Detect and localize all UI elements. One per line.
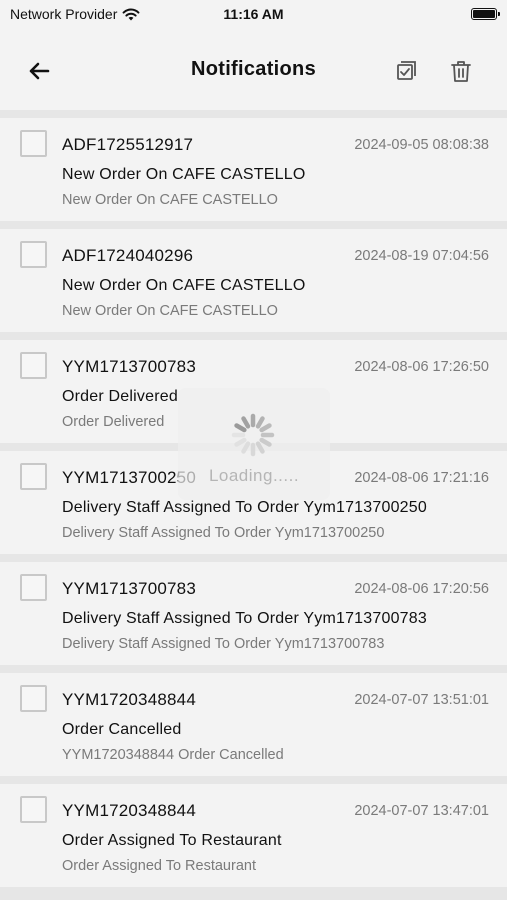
page-title: Notifications xyxy=(190,58,316,80)
loading-text: Loading..... xyxy=(208,466,300,485)
notification-title: Order Assigned To Restaurant xyxy=(62,832,282,849)
timestamp: 2024-08-06 17:21:16 xyxy=(354,470,489,486)
order-id: YYM1713700250 xyxy=(62,468,196,487)
notification-message: New Order On CAFE CASTELLO xyxy=(62,192,278,208)
select-checkbox[interactable] xyxy=(20,241,47,268)
timestamp: 2024-08-06 17:20:56 xyxy=(354,581,489,597)
select-checkbox[interactable] xyxy=(20,352,47,379)
loading-overlay: Loading..... xyxy=(178,388,330,500)
select-checkbox[interactable] xyxy=(20,685,47,712)
trash-icon[interactable] xyxy=(446,56,476,86)
notification-title: Delivery Staff Assigned To Order Yym1713… xyxy=(62,499,427,516)
notification-message: YYM1720348844 Order Cancelled xyxy=(62,747,284,763)
notification-message: Order Delivered xyxy=(62,414,165,430)
notification-title: New Order On CAFE CASTELLO xyxy=(62,166,306,183)
checkbox-multiple-icon[interactable] xyxy=(390,56,420,86)
notification-message: New Order On CAFE CASTELLO xyxy=(62,303,278,319)
select-checkbox[interactable] xyxy=(20,574,47,601)
notification-title: Order Delivered xyxy=(62,388,178,405)
order-id: ADF1725512917 xyxy=(62,135,194,154)
notification-title: New Order On CAFE CASTELLO xyxy=(62,277,306,294)
timestamp: 2024-08-06 17:26:50 xyxy=(354,359,489,375)
notification-item[interactable]: YYM1720348844 2024-07-07 13:47:01 Order … xyxy=(0,784,507,887)
status-bar: Network Provider 11:16 AM xyxy=(0,0,507,30)
notification-title: Delivery Staff Assigned To Order Yym1713… xyxy=(62,610,427,627)
timestamp: 2024-07-07 13:51:01 xyxy=(354,692,489,708)
spinner-icon xyxy=(231,413,275,457)
order-id: YYM1713700783 xyxy=(62,357,196,376)
select-checkbox[interactable] xyxy=(20,796,47,823)
order-id: YYM1720348844 xyxy=(62,801,196,820)
notification-item[interactable]: ADF1725512917 2024-09-05 08:08:38 New Or… xyxy=(0,118,507,221)
timestamp: 2024-09-05 08:08:38 xyxy=(354,137,489,153)
notification-message: Delivery Staff Assigned To Order Yym1713… xyxy=(62,525,385,541)
timestamp: 2024-08-19 07:04:56 xyxy=(354,248,489,264)
order-id: YYM1713700783 xyxy=(62,579,196,598)
order-id: ADF1724040296 xyxy=(62,246,194,265)
timestamp: 2024-07-07 13:47:01 xyxy=(354,803,489,819)
status-time: 11:16 AM xyxy=(223,6,284,22)
order-id: YYM1720348844 xyxy=(62,690,196,709)
notification-message: Order Assigned To Restaurant xyxy=(62,858,256,874)
notification-item[interactable]: ADF1724040296 2024-08-19 07:04:56 New Or… xyxy=(0,229,507,332)
select-checkbox[interactable] xyxy=(20,130,47,157)
battery-icon xyxy=(471,8,500,20)
notification-message: Delivery Staff Assigned To Order Yym1713… xyxy=(62,636,385,652)
notification-item[interactable]: YYM1713700783 2024-08-06 17:20:56 Delive… xyxy=(0,562,507,665)
app-header: Notifications xyxy=(0,30,507,110)
select-checkbox[interactable] xyxy=(20,463,47,490)
notification-title: Order Cancelled xyxy=(62,721,182,738)
notification-item[interactable]: YYM1720348844 2024-07-07 13:51:01 Order … xyxy=(0,673,507,776)
